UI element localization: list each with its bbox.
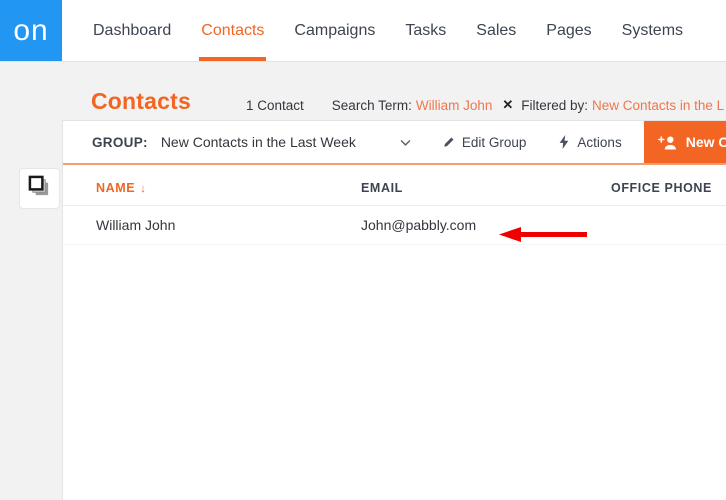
nav-tab-sales[interactable]: Sales — [461, 0, 531, 61]
edit-group-label: Edit Group — [461, 134, 527, 150]
new-contact-button[interactable]: New Co — [643, 121, 726, 163]
contacts-card: GROUP: New Contacts in the Last Week Edi… — [62, 120, 726, 500]
app-logo[interactable]: on — [0, 0, 62, 61]
record-count: 1 Contact — [246, 97, 304, 113]
cell-contact-office-phone[interactable] — [611, 205, 726, 245]
page-meta-bar: 1 Contact Search Term: William John ✕ Fi… — [246, 97, 724, 113]
cell-contact-name[interactable]: William John — [63, 205, 361, 245]
filtered-by-label: Filtered by: — [521, 97, 589, 113]
chevron-down-icon[interactable] — [399, 136, 412, 149]
search-term-value[interactable]: William John — [416, 98, 493, 113]
nav-tab-systems[interactable]: Systems — [607, 0, 698, 61]
nav-tab-label: Pages — [546, 21, 592, 39]
contacts-table: NAME ↓ EMAIL OFFICE PHONE William John Jo… — [63, 165, 726, 245]
column-header-label: NAME — [96, 181, 136, 195]
contacts-table-body: William John John@pabbly.com — [63, 205, 726, 245]
nav-tab-dashboard[interactable]: Dashboard — [78, 0, 186, 61]
nav-tab-list: Dashboard Contacts Campaigns Tasks Sales… — [62, 0, 698, 61]
page-title: Contacts — [91, 88, 192, 114]
table-header-row: NAME ↓ EMAIL OFFICE PHONE — [63, 165, 726, 206]
group-selected-value: New Contacts in the Last Week — [160, 134, 356, 150]
cell-contact-email[interactable]: John@pabbly.com — [361, 205, 611, 245]
column-header-office-phone[interactable]: OFFICE PHONE — [611, 165, 726, 206]
actions-button[interactable]: Actions — [542, 121, 637, 163]
column-header-name[interactable]: NAME ↓ — [63, 165, 361, 206]
group-label: GROUP: — [92, 134, 148, 150]
table-row[interactable]: William John John@pabbly.com — [63, 205, 726, 245]
search-term-label: Search Term: — [331, 97, 412, 113]
column-header-label: EMAIL — [361, 181, 403, 195]
actions-label: Actions — [577, 134, 622, 150]
edit-group-button[interactable]: Edit Group — [426, 121, 543, 163]
lightning-bolt-icon — [558, 135, 570, 149]
nav-tab-label: Tasks — [405, 21, 447, 39]
group-selector[interactable]: GROUP: New Contacts in the Last Week — [63, 121, 426, 163]
pencil-icon — [442, 136, 455, 149]
clear-search-icon[interactable]: ✕ — [502, 97, 513, 113]
top-navigation-bar: on Dashboard Contacts Campaigns Tasks Sa… — [0, 0, 726, 62]
nav-tab-label: Contacts — [201, 21, 265, 39]
contacts-table-head: NAME ↓ EMAIL OFFICE PHONE — [63, 165, 726, 206]
layers-icon — [28, 175, 51, 203]
new-contact-label: New Co — [685, 134, 726, 150]
nav-tab-pages[interactable]: Pages — [531, 0, 606, 61]
nav-tab-label: Dashboard — [93, 21, 172, 39]
nav-tab-contacts[interactable]: Contacts — [186, 0, 279, 61]
app-logo-text: on — [13, 13, 49, 47]
contacts-toolbar: GROUP: New Contacts in the Last Week Edi… — [63, 121, 726, 165]
nav-tab-label: Campaigns — [294, 21, 376, 39]
add-user-icon — [657, 135, 677, 150]
layers-panel-toggle[interactable] — [19, 168, 60, 209]
filtered-by-value[interactable]: New Contacts in the L — [592, 98, 724, 113]
sort-descending-icon: ↓ — [140, 183, 147, 195]
nav-tab-tasks[interactable]: Tasks — [390, 0, 461, 61]
nav-tab-label: Systems — [621, 21, 684, 39]
nav-tab-label: Sales — [476, 21, 517, 39]
column-header-label: OFFICE PHONE — [611, 181, 712, 195]
column-header-email[interactable]: EMAIL — [361, 165, 611, 206]
nav-tab-campaigns[interactable]: Campaigns — [279, 0, 390, 61]
